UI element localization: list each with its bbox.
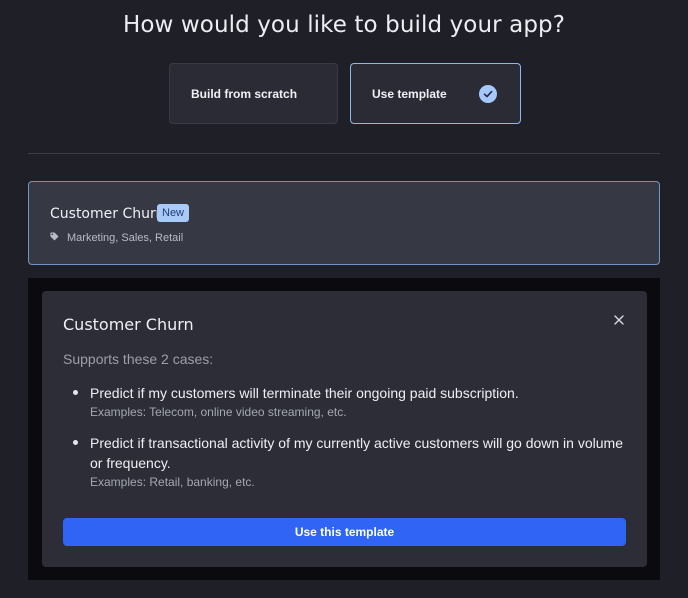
use-case-text: Predict if my customers will terminate t… <box>90 385 519 401</box>
template-card-title: Customer Churn <box>50 206 165 222</box>
close-icon[interactable] <box>612 313 626 327</box>
use-case-item: Predict if my customers will terminate t… <box>63 383 633 419</box>
supports-text: Supports these 2 cases: <box>63 351 214 367</box>
build-from-scratch-option[interactable]: Build from scratch <box>169 63 338 124</box>
template-details-modal: Customer Churn Supports these 2 cases: P… <box>42 291 647 567</box>
template-tags: Marketing, Sales, Retail <box>50 232 183 244</box>
checkmark-icon <box>479 85 497 103</box>
tag-icon <box>50 232 59 244</box>
template-tags-text: Marketing, Sales, Retail <box>67 232 184 244</box>
use-case-text: Predict if transactional activity of my … <box>90 435 623 471</box>
modal-title: Customer Churn <box>63 315 194 334</box>
use-template-option[interactable]: Use template <box>350 63 521 124</box>
section-divider <box>28 153 660 154</box>
use-case-examples: Examples: Telecom, online video streamin… <box>90 405 347 419</box>
use-this-template-button[interactable]: Use this template <box>63 518 626 546</box>
use-template-label: Use template <box>372 86 447 101</box>
new-badge: New <box>157 204 190 222</box>
use-case-item: Predict if transactional activity of my … <box>63 433 633 489</box>
build-from-scratch-label: Build from scratch <box>191 86 298 101</box>
use-case-examples: Examples: Retail, banking, etc. <box>90 475 255 489</box>
page-title: How would you like to build your app? <box>122 12 566 38</box>
use-case-list: Predict if my customers will terminate t… <box>63 383 633 503</box>
template-card[interactable]: Customer Churn New Marketing, Sales, Ret… <box>28 181 660 265</box>
